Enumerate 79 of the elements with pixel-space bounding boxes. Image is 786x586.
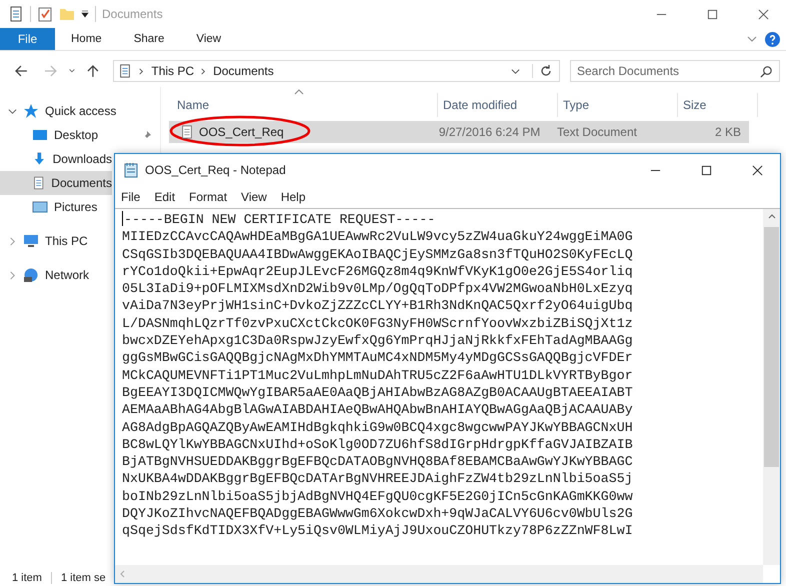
type-cell-text: Text Document <box>556 125 638 139</box>
menu-item[interactable]: Format <box>189 190 228 204</box>
text-line: BjATBgNVHSUEDDAKBggrBgEFBQcDATAOBgNVHQ8BAf8EBAMCBaAwGwYJKwYBBAGC <box>122 454 633 470</box>
breadcrumb[interactable]: This PC <box>151 64 194 78</box>
help-icon[interactable] <box>765 32 780 46</box>
menu-item[interactable]: Help <box>280 190 306 204</box>
text-line: BgEEAYI3DQICMWQwYgIBAR5aAE0AaQBjAHIAbwBzAG8AZgB0ACAAUgBTAEEAIABT <box>122 384 633 400</box>
date-cell-text: 9/27/2016 6:24 PM <box>438 125 542 139</box>
menu-item[interactable]: Edit <box>154 190 176 204</box>
size-cell-text: 2 KB <box>714 125 742 139</box>
document-icon <box>118 64 132 78</box>
text-line: qSqejSdsfKdTIDX3XfV+Ly5iQsv0WLMiyAjJ9UxouCZOHUTkzy78P6zZZnWF8LwI <box>122 523 633 538</box>
file-row[interactable]: OOS_Cert_Req 9/27/2016 6:24 PM Text Document 2 KB <box>169 121 749 143</box>
column-header[interactable]: Type <box>558 93 678 117</box>
text-file-icon <box>180 125 194 139</box>
computer-icon <box>23 233 39 249</box>
text-line: MIIEDzCCAvcCAQAwHDEaMBgGA1UEAwwRc2VuLW9vcy5zZW4uaGkuY24wggEiMA0G <box>122 229 633 244</box>
column-header[interactable]: Name <box>177 93 438 117</box>
text-line: rYCo1doQkii+EpwAqr2EupJLEvcF26MGQz8m4q9KnWfVKyK1gO0e2GjE5S4orliq <box>122 264 633 279</box>
network-icon <box>23 267 39 283</box>
desktop-icon <box>32 127 48 143</box>
nav-item[interactable]: Quick access <box>0 99 120 123</box>
text-line: NxUKBA4wDDAKBggrBgEFBQcDATArBgNVHREEJDAighFzZW4tb29zLnNlbi5oaS5j <box>122 471 633 486</box>
text-editor[interactable] <box>115 208 780 583</box>
search-icon <box>760 65 773 78</box>
text-line: vAiDa7N3eyPrjWH1sinC+DvkoZjZZZcCLYY+B1Rh3NdKnQAC5Qxrf2yO64uigUbq <box>122 298 633 314</box>
file-tab[interactable]: File <box>0 28 55 50</box>
text-line: CSqGSIb3DQEBAQUAA4IBDwAwggEKAoIBAQCjEySMMzGa8sn3fTQuHO2S0KyFEcLQ <box>122 246 633 262</box>
ribbon-tab[interactable]: Home <box>55 33 118 45</box>
horizontal-scrollbar[interactable] <box>115 565 763 583</box>
ribbon-tab[interactable]: Share <box>118 33 180 45</box>
text-line: ggGsMBwGCisGAQQBgjcNAgMxDhYMMTAuMC4xNDM5My4yMDgGCSsGAQQBgjcVFDEr <box>122 350 633 366</box>
column-header[interactable]: Date modified <box>438 93 558 117</box>
search-field[interactable]: Search Documents <box>570 60 780 82</box>
text-line: AG8AdgBpAGQAZQByAwEAMIHdBgkqhkiG9w0BCQ4xgc8wgcwwPAYJKwYBBAGCNxUH <box>122 420 633 435</box>
chevron-down-icon[interactable] <box>8 106 17 116</box>
window-title: OOS_Cert_Req - Notepad <box>145 163 286 177</box>
breadcrumb[interactable]: Documents <box>213 64 274 78</box>
nav-item[interactable]: Network <box>0 263 94 287</box>
chevron-down-icon[interactable] <box>68 67 76 75</box>
checkbox-icon[interactable] <box>37 6 53 22</box>
text-line: MCkCAQUMEVNFTi1PT1Muc2VuLmhpLmNuDAhTRU5cZ2F6aAwHTU1DLkVYRTByBgor <box>122 368 633 383</box>
column-header[interactable]: Size <box>678 93 758 117</box>
menu-item[interactable]: View <box>241 190 267 204</box>
star-icon <box>23 103 39 119</box>
nav-item[interactable]: This PC <box>0 229 92 253</box>
text-line: -----BEGIN NEW CERTIFICATE REQUEST----- <box>124 212 436 227</box>
document-icon <box>32 175 46 191</box>
text-line: 05L3IaDi9+pOFLMIXMsdXnD2Wib9v0LMp/OgQqToDPfpx4VW2MGwoaNbH0LxEzyq <box>122 281 633 296</box>
chevron-right-icon <box>200 68 208 74</box>
text-cursor <box>122 211 123 226</box>
menu-item[interactable]: File <box>121 190 140 204</box>
text-line: bwcxDZEYehApxg1C3Da0RspwJzyEwfxQg6YmPrqHJjaNjRkkfxFEhTadAgMBAAGg <box>122 333 633 348</box>
address-bar[interactable]: This PC Documents <box>113 60 560 82</box>
pictures-icon <box>32 199 48 215</box>
text-line: DQYJKoZIhvcNAQEFBQADggEBAGWwwGm6XokcwDxh+9qWJaCALVY6U6cv0WbUls2G <box>122 506 633 522</box>
chevron-right-icon[interactable] <box>8 236 17 246</box>
text-line: L/DASNmqhLQzrTf0zvPxuCXctCkcOK0FG3NyFH0WScrnfYoovWxzbiZBiSQjXt1z <box>122 316 633 331</box>
sort-caret-icon <box>294 89 304 95</box>
text-line: boINb29zLnNlbi5oaS5jbjAdBgNVHQ4EFgQU0cgKF5E2G0jICn5cGnKAGmKKG0ww <box>122 488 633 504</box>
chevron-right-icon[interactable] <box>8 270 17 280</box>
status-text: 1 item se <box>60 572 106 584</box>
vertical-scrollbar[interactable] <box>763 209 780 565</box>
ribbon-tab[interactable]: View <box>180 33 238 45</box>
window-title: Documents <box>102 7 163 21</box>
nav-item[interactable]: Pictures <box>0 195 112 219</box>
nav-item[interactable]: Downloads <box>0 147 112 171</box>
chevron-down-icon[interactable] <box>511 66 520 76</box>
dropdown-icon[interactable] <box>81 10 89 18</box>
text-line: AEMAaABhAG4AbgBlAGwAIABDAHIAeQBwAHQAbwBnAHIAYQBwAGgAaQBjACAAUABy <box>122 402 633 418</box>
notepad-icon <box>123 162 139 178</box>
nav-item[interactable]: Documents <box>0 171 112 195</box>
file-name: OOS_Cert_Req <box>199 125 284 139</box>
document-icon[interactable] <box>8 6 24 22</box>
nav-item[interactable]: Desktop <box>0 123 112 147</box>
status-text: 1 item <box>12 572 42 584</box>
text-line: BC8wLQYlKwYBBAGCNxUIhd+oSoKlg0OD7ZU6hfS8dIGrpHdrgpKffaGVJAIBZAIB <box>122 436 633 452</box>
chevron-right-icon <box>138 68 146 74</box>
scroll-thumb[interactable] <box>764 227 779 467</box>
